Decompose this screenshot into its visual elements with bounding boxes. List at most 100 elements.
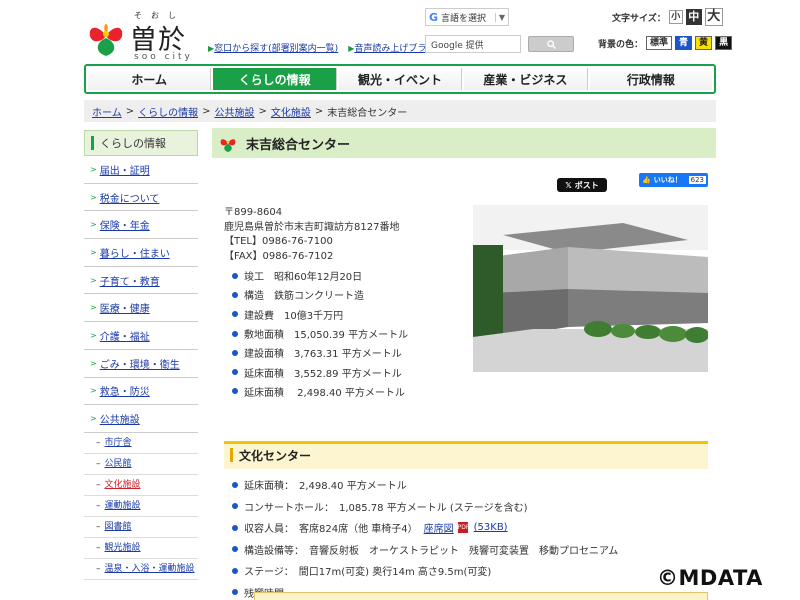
breadcrumb-kurashi[interactable]: くらしの情報 [138,104,198,119]
bg-yellow-button[interactable]: 黄 [695,36,713,50]
font-size-large-button[interactable]: 大 [704,8,723,26]
sidebar-item-label[interactable]: 医療・健康 [100,300,150,315]
sidebar-item[interactable]: > 救急・防災 [84,378,198,406]
nav-gyosei[interactable]: 行政情報 [589,68,713,90]
spec-item: 構造 鉄筋コンクリート造 [232,285,408,304]
sidebar-item[interactable]: > ごみ・環境・衛生 [84,350,198,378]
sidebar-item-label[interactable]: 届出・証明 [100,162,150,177]
bullet-icon [232,291,238,298]
bullet-icon [232,589,238,596]
header-links: ▶窓口から探す(部署別案内一覧) ▶音声読み上げブラウザ [208,41,444,54]
spec-item: 建設面積 3,763.31 平方メートル [232,343,408,362]
header-link-madoguchi[interactable]: ▶窓口から探す(部署別案内一覧) [208,41,338,54]
sidebar-subitem[interactable]: – 図書館 [84,517,198,538]
sidebar: くらしの情報 > 届出・証明 > 税金について > 保険・年金 > 暮らし・住まい > 子… [84,130,198,580]
sidebar-subitem[interactable]: – 市庁舎 [84,433,198,454]
sidebar-item[interactable]: > 医療・健康 [84,294,198,323]
search-input[interactable]: Google 提供 [425,35,521,53]
sidebar-subitem-label[interactable]: 市庁舎 [105,437,132,449]
spec-text: 延床面積 3,552.89 平方メートル [244,368,402,380]
sidebar-item[interactable]: > 介護・福祉 [84,322,198,350]
bunka-item: コンサートホール： 1,085.78 平方メートル (ステージを含む) [232,496,618,518]
sidebar-item-label[interactable]: 子育て・教育 [100,273,160,288]
chevron-right-icon: > [90,386,97,396]
fax-number: 【FAX】0986-76-7102 [224,250,334,262]
facebook-like-button[interactable]: 👍 いいね！ 623 [639,173,708,187]
sidebar-item-label[interactable]: 暮らし・住まい [100,245,170,260]
chevron-right-icon: > [90,192,97,202]
page-title-bar: 末吉総合センター [212,128,716,158]
sidebar-subitem-current[interactable]: – 文化施設 [84,475,198,496]
font-size-control: 文字サイズ： 小 中 大 [612,8,723,26]
sidebar-subitem-label[interactable]: 文化施設 [105,479,141,491]
sidebar-subitem[interactable]: – 公民館 [84,454,198,475]
sidebar-subitem-label[interactable]: 運動施設 [105,500,141,512]
bullet-icon [232,369,238,376]
city-logo[interactable]: そおし 曽於市 soo city [86,10,206,95]
chevron-right-icon: > [90,247,97,257]
bg-black-button[interactable]: 黒 [715,36,733,50]
sidebar-subitem[interactable]: – 観光施設 [84,538,198,559]
search-button[interactable] [528,36,574,52]
sidebar-item-label[interactable]: ごみ・環境・衛生 [100,356,180,371]
language-select-label: 言語を選択 [441,13,487,24]
seating-chart-link[interactable]: 座席図 [424,520,454,535]
flower-logo-icon [220,139,236,153]
chevron-right-icon: > [90,303,97,313]
pdf-size-link[interactable]: (53KB) [474,522,508,533]
sidebar-item-label[interactable]: 公共施設 [100,411,140,426]
font-size-medium-button[interactable]: 中 [685,9,702,25]
bunka-item: 延床面積： 2,498.40 平方メートル [232,474,618,496]
bullet-icon [232,546,238,553]
nav-sangyo[interactable]: 産業・ビジネス [464,68,588,90]
sidebar-subitem[interactable]: – 運動施設 [84,496,198,517]
sidebar-item[interactable]: > 税金について [84,184,198,212]
x-post-button[interactable]: 𝕏 ポスト [557,178,607,192]
sidebar-item-label[interactable]: 保険・年金 [100,217,150,232]
nav-kurashi[interactable]: くらしの情報 [213,68,337,90]
sidebar-subitem[interactable]: – 温泉・入浴・運動施設 [84,559,198,580]
flower-logo-icon [89,24,123,56]
font-size-label: 文字サイズ： [612,13,666,24]
nav-home[interactable]: ホーム [88,68,212,90]
dropdown-arrow-icon: ▼ [494,12,508,22]
sidebar-subitem-label[interactable]: 公民館 [105,458,132,470]
sidebar-item-label[interactable]: 救急・防災 [100,383,150,398]
sidebar-item-label[interactable]: 介護・福祉 [100,328,150,343]
bullet-icon [232,272,238,279]
nav-kanko[interactable]: 観光・イベント [338,68,463,90]
header-link-madoguchi-text[interactable]: 窓口から探す(部署別案内一覧) [214,44,338,54]
sidebar-subitem-label[interactable]: 温泉・入浴・運動施設 [105,563,195,575]
bullet-icon [232,567,238,574]
sidebar-item[interactable]: > 保険・年金 [84,211,198,240]
street-address: 鹿児島県曽於市末吉町諏訪方8127番地 [224,221,400,233]
sidebar-item[interactable]: > 暮らし・住まい [84,239,198,267]
facility-specs: 竣工 昭和60年12月20日 構造 鉄筋コンクリート造 建設費 10億3千万円 … [232,266,408,401]
breadcrumb-bunka[interactable]: 文化施設 [271,104,311,119]
building-photo [473,205,708,372]
bg-standard-button[interactable]: 標準 [646,36,673,50]
sidebar-item-label[interactable]: 税金について [100,190,160,205]
bunka-text: 構造設備等： 音響反射板 オーケストラピット 残響可変装置 移動プロセニアム [244,545,619,557]
chevron-right-icon: > [90,358,97,368]
font-size-small-button[interactable]: 小 [668,10,683,24]
sidebar-subitem-label[interactable]: 観光施設 [105,542,141,554]
sidebar-subitem-label[interactable]: 図書館 [105,521,132,533]
spec-text: 敷地面積 15,050.39 平方メートル [244,330,409,342]
bg-blue-button[interactable]: 青 [675,36,693,50]
global-nav: ホーム くらしの情報 観光・イベント 産業・ビジネス 行政情報 [84,64,716,94]
spec-text: 建設費 10億3千万円 [244,310,344,322]
sidebar-item[interactable]: > 子育て・教育 [84,267,198,295]
language-select[interactable]: G 言語を選択 ▼ [425,8,509,26]
reverb-table [254,592,708,600]
breadcrumb-kokyo[interactable]: 公共施設 [214,104,254,119]
chevron-right-icon: > [90,275,97,285]
thumbs-up-icon: 👍 [642,176,651,184]
sidebar-item[interactable]: > 届出・証明 [84,156,198,184]
sidebar-item[interactable]: > 公共施設 [84,405,198,433]
bunka-details: 延床面積： 2,498.40 平方メートル コンサートホール： 1,085.78… [232,474,618,600]
spec-item: 建設費 10億3千万円 [232,305,408,324]
breadcrumb-home[interactable]: ホーム [92,104,122,119]
bg-color-label: 背景の色： [598,39,644,50]
chevron-right-icon: > [90,220,97,230]
